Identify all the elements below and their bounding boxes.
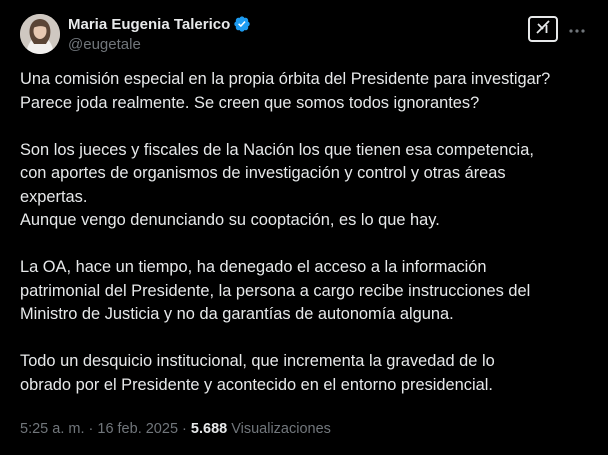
author-handle[interactable]: @eugetale xyxy=(68,36,141,53)
tweet-card: Maria Eugenia Talerico @eugetale Una com… xyxy=(0,0,608,455)
meta-separator: · xyxy=(178,421,191,437)
tweet-meta: 5:25 a. m. · 16 feb. 2025 · 5.688 Visual… xyxy=(20,421,331,437)
more-options-button[interactable] xyxy=(566,18,588,40)
avatar[interactable] xyxy=(20,14,60,54)
grok-button[interactable] xyxy=(528,16,558,42)
tweet-date[interactable]: 16 feb. 2025 xyxy=(97,421,178,437)
avatar-image xyxy=(20,14,60,54)
grok-icon xyxy=(534,18,552,41)
meta-separator: · xyxy=(84,421,98,437)
views-count: 5.688 xyxy=(190,421,228,437)
tweet-time[interactable]: 5:25 a. m. xyxy=(20,421,84,437)
tweet-paragraph: Una comisión especial en la propia órbit… xyxy=(20,70,551,112)
views-label: Visualizaciones xyxy=(227,421,331,437)
tweet-text: Una comisión especial en la propia órbit… xyxy=(20,68,595,397)
tweet-paragraph: Todo un desquicio institucional, que inc… xyxy=(20,352,495,394)
more-options-icon xyxy=(569,20,585,38)
tweet-paragraph: La OA, hace un tiempo, ha denegado el ac… xyxy=(20,258,531,323)
tweet-paragraph: Son los jueces y fiscales de la Nación l… xyxy=(20,140,534,230)
verified-badge-icon xyxy=(233,15,251,33)
author-display-name[interactable]: Maria Eugenia Talerico xyxy=(68,16,230,33)
author-name-row: Maria Eugenia Talerico xyxy=(68,14,251,34)
